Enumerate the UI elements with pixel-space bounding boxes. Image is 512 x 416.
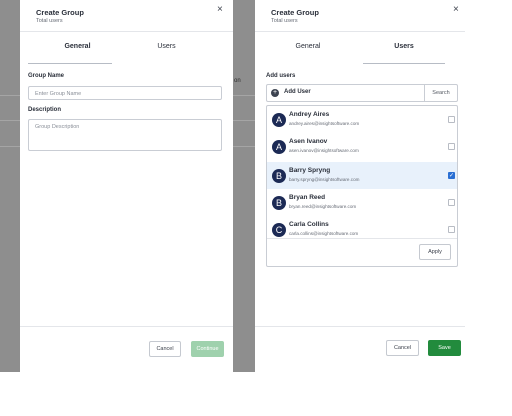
panel-title: Create Group (36, 8, 84, 17)
user-email: andrey.aires@insightsoftware.com (289, 121, 360, 126)
user-checkbox-checked[interactable]: ✓ (448, 172, 455, 179)
list-footer-divider (267, 238, 457, 239)
tab-general[interactable]: General (263, 43, 353, 50)
list-item[interactable]: A Andrey Aires andrey.aires@insightsoftw… (267, 106, 457, 133)
avatar: A (272, 140, 286, 154)
header-divider (255, 31, 465, 32)
user-email: carla.collins@insightsoftware.com (289, 231, 359, 236)
user-checkbox[interactable] (448, 226, 455, 233)
avatar: C (272, 223, 286, 237)
group-name-input[interactable]: Enter Group Name (28, 86, 222, 100)
apply-button[interactable]: Apply (419, 244, 451, 260)
list-item[interactable]: B Barry Spryng barry.spryng@insightsoftw… (267, 162, 457, 189)
user-checkbox[interactable] (448, 143, 455, 150)
plus-circle-icon: + (271, 89, 279, 97)
list-item[interactable]: C Carla Collins carla.collins@insightsof… (267, 216, 457, 238)
avatar: B (272, 196, 286, 210)
user-name: Asen Ivanov (289, 138, 328, 145)
add-user-bar: + Add User Search (266, 84, 458, 102)
background-row-divider (0, 95, 20, 96)
user-name: Carla Collins (289, 221, 329, 228)
user-name: Barry Spryng (289, 167, 331, 174)
header-divider (20, 31, 233, 32)
list-item[interactable]: A Asen Ivanov asen.ivanov@insightsoftwar… (267, 133, 457, 160)
background-overlay-left (0, 0, 20, 372)
panel-subtitle: Total users (271, 18, 298, 24)
cancel-button[interactable]: Cancel (386, 340, 419, 356)
search-button[interactable]: Search (424, 85, 457, 101)
tab-users[interactable]: Users (359, 43, 449, 50)
user-list: A Andrey Aires andrey.aires@insightsoftw… (266, 105, 458, 267)
list-item[interactable]: B Bryan Reed bryan.reed@insightsoftware.… (267, 189, 457, 216)
background-row-divider (233, 95, 255, 96)
close-icon[interactable]: × (453, 4, 459, 15)
active-tab-indicator (28, 63, 112, 64)
active-tab-indicator (363, 63, 445, 64)
user-checkbox[interactable] (448, 199, 455, 206)
user-email: bryan.reed@insightsoftware.com (289, 204, 357, 209)
background-peek-text: on (234, 78, 241, 84)
description-label: Description (28, 107, 62, 113)
cancel-button[interactable]: Cancel (149, 341, 181, 357)
tab-general[interactable]: General (28, 43, 127, 50)
avatar: A (272, 113, 286, 127)
create-group-panel-users: Create Group Total users × General Users… (255, 0, 465, 372)
avatar: B (272, 169, 286, 183)
background-overlay-middle: on (233, 0, 255, 372)
close-icon[interactable]: × (217, 4, 223, 15)
user-email: barry.spryng@insightsoftware.com (289, 177, 360, 182)
save-button[interactable]: Save (428, 340, 461, 356)
background-row-divider (0, 146, 20, 147)
user-email: asen.ivanov@insightsoftware.com (289, 148, 359, 153)
footer-divider (255, 326, 465, 327)
panel-subtitle: Total users (36, 18, 63, 24)
user-name: Andrey Aires (289, 111, 330, 118)
background-row-divider (233, 120, 255, 121)
tab-users[interactable]: Users (117, 43, 216, 50)
user-checkbox[interactable] (448, 116, 455, 123)
user-list-scroll-area[interactable]: A Andrey Aires andrey.aires@insightsoftw… (267, 106, 457, 238)
footer-divider (20, 326, 233, 327)
panel-title: Create Group (271, 8, 319, 17)
background-row-divider (233, 146, 255, 147)
group-name-label: Group Name (28, 73, 65, 79)
add-users-label: Add users (266, 73, 296, 79)
description-textarea[interactable]: Group Description (28, 119, 222, 151)
create-group-panel-general: Create Group Total users × General Users… (20, 0, 233, 372)
background-row-divider (0, 120, 20, 121)
continue-button[interactable]: Continue (191, 341, 224, 357)
user-name: Bryan Reed (289, 194, 326, 201)
add-user-button[interactable]: Add User (284, 89, 311, 95)
